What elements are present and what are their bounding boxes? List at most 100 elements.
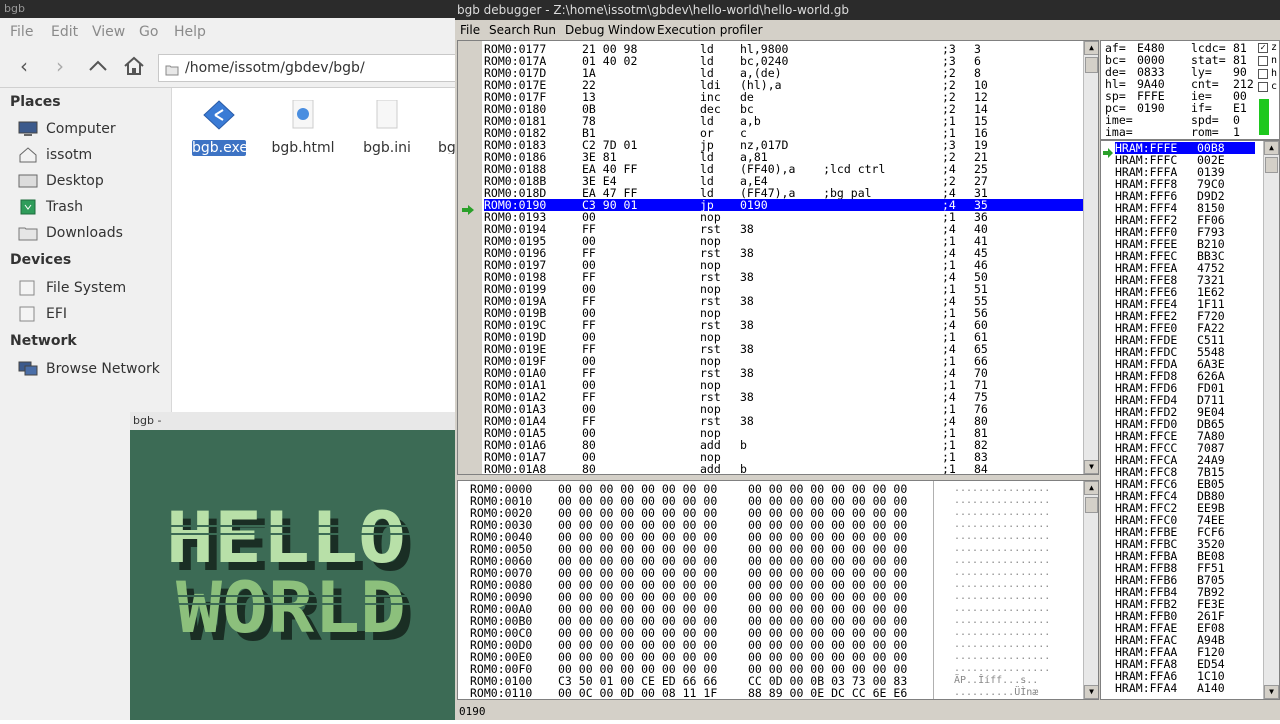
disasm-row[interactable]: ROM0:01A1 00 nop ;1 71 — [484, 379, 1084, 391]
sidebar-item-computer[interactable]: Computer — [18, 118, 168, 140]
disasm-row[interactable]: ROM0:0190 C3 90 01 jp 0190 ;4 35 — [484, 199, 1084, 211]
disasm-row[interactable]: ROM0:017F 13 inc de ;2 12 — [484, 91, 1084, 103]
dbg-menu-run[interactable]: Run — [533, 23, 556, 37]
sidebar-item-home[interactable]: issotm — [18, 144, 168, 166]
disasm-row[interactable]: ROM0:017D 1A ld a,(de) ;2 8 — [484, 67, 1084, 79]
drive-icon — [18, 306, 38, 322]
forward-arrow-icon[interactable]: › — [48, 54, 72, 78]
dbg-menu-execution-profiler[interactable]: Execution profiler — [657, 23, 763, 37]
disasm-operand: 38 — [740, 342, 754, 356]
dbg-menu-debug[interactable]: Debug — [565, 23, 604, 37]
game-window-title: bgb - — [130, 412, 455, 430]
dbg-menu-window[interactable]: Window — [608, 23, 655, 37]
disasm-row[interactable]: ROM0:0180 0B dec bc ;2 14 — [484, 103, 1084, 115]
flag-h-checkbox[interactable] — [1258, 69, 1268, 79]
flag-n-checkbox[interactable] — [1258, 56, 1268, 66]
network-icon — [18, 361, 38, 377]
home-icon[interactable] — [122, 54, 146, 78]
disasm-row[interactable]: ROM0:0197 00 nop ;1 46 — [484, 259, 1084, 271]
disasm-row[interactable]: ROM0:01A0 FF rst 38 ;4 70 — [484, 367, 1084, 379]
sidebar-item-label: issotm — [46, 147, 93, 163]
disasm-row[interactable]: ROM0:01A7 00 nop ;1 83 — [484, 451, 1084, 463]
disasm-row[interactable]: ROM0:0196 FF rst 38 ;4 45 — [484, 247, 1084, 259]
file-item-partial[interactable]: bg — [428, 98, 455, 154]
menu-edit[interactable]: Edit — [51, 24, 78, 40]
disasm-row[interactable]: ROM0:017E 22 ldi (hl),a ;2 10 — [484, 79, 1084, 91]
sidebar-item-efi[interactable]: EFI — [18, 303, 168, 325]
scroll-up-button[interactable]: ▲ — [1084, 481, 1098, 495]
file-item-bgb-html[interactable]: bgb.html — [260, 98, 346, 156]
downloads-folder-icon — [18, 225, 38, 241]
drive-icon — [18, 280, 38, 296]
disasm-row[interactable]: ROM0:01A2 FF rst 38 ;4 75 — [484, 391, 1084, 403]
register-value[interactable]: 1 — [1233, 126, 1240, 138]
disasm-row[interactable]: ROM0:019E FF rst 38 ;4 65 — [484, 343, 1084, 355]
memory-ascii: ................ — [954, 591, 1051, 602]
sidebar-item-downloads[interactable]: Downloads — [18, 222, 168, 244]
sidebar-item-desktop[interactable]: Desktop — [18, 170, 168, 192]
sidebar-heading-devices: Devices — [10, 252, 72, 268]
disasm-row[interactable]: ROM0:0183 C2 7D 01 jp nz,017D ;3 19 — [484, 139, 1084, 151]
disasm-row[interactable]: ROM0:019D 00 nop ;1 61 — [484, 331, 1084, 343]
game-screen[interactable]: HELLO HELLO WORLD WORLD — [130, 430, 455, 720]
scroll-down-button[interactable]: ▼ — [1264, 685, 1279, 699]
sidebar-item-label: Browse Network — [46, 361, 160, 377]
scroll-up-button[interactable]: ▲ — [1264, 141, 1279, 155]
sidebar-item-trash[interactable]: Trash — [18, 196, 168, 218]
flag-c-checkbox[interactable] — [1258, 82, 1268, 92]
back-arrow-icon[interactable]: ‹ — [12, 54, 36, 78]
disassembly-pane[interactable]: ROM0:0177 21 00 98 ld hl,9800 ;3 3 ROM0:017A 01… — [457, 40, 1099, 475]
disasm-row[interactable]: ROM0:019F 00 nop ;1 66 — [484, 355, 1084, 367]
flag-z-checkbox[interactable]: ✓ — [1258, 43, 1268, 53]
dbg-menu-search[interactable]: Search — [489, 23, 530, 37]
file-item-bgb-exe[interactable]: bgb.exe — [176, 98, 262, 156]
register-value[interactable]: 0190 — [1137, 102, 1165, 114]
disasm-row[interactable]: ROM0:01A3 00 nop ;1 76 — [484, 403, 1084, 415]
breakpoint-gutter[interactable] — [458, 41, 482, 474]
stack-scrollbar[interactable]: ▲ ▼ — [1263, 141, 1279, 699]
disasm-row[interactable]: ROM0:01A8 80 add b ;1 84 — [484, 463, 1084, 474]
scroll-down-button[interactable]: ▼ — [1084, 685, 1098, 699]
scroll-thumb[interactable] — [1085, 497, 1098, 513]
sidebar-item-browse-network[interactable]: Browse Network — [18, 358, 168, 380]
disasm-operand: 38 — [740, 414, 754, 428]
menu-go[interactable]: Go — [139, 24, 158, 40]
disasm-row[interactable]: ROM0:017A 01 40 02 ld bc,0240 ;3 6 — [484, 55, 1084, 67]
memory-row[interactable]: ROM0:0110 00 0C 00 0D 00 08 11 1F 88 89 00… — [470, 687, 1080, 699]
flag-label: z — [1271, 42, 1278, 53]
up-arrow-icon[interactable] — [86, 54, 110, 78]
memory-ascii: ................ — [954, 663, 1051, 674]
disasm-row[interactable]: ROM0:01A5 00 nop ;1 81 — [484, 427, 1084, 439]
scroll-thumb[interactable] — [1085, 57, 1098, 73]
disasm-row[interactable]: ROM0:0181 78 ld a,b ;1 15 — [484, 115, 1084, 127]
desktop-icon — [18, 173, 38, 189]
disasm-row[interactable]: ROM0:019A FF rst 38 ;4 55 — [484, 295, 1084, 307]
disasm-row[interactable]: ROM0:0188 EA 40 FF ld (FF40),a ;lcd ctrl ;4 2… — [484, 163, 1084, 175]
disasm-row[interactable]: ROM0:0193 00 nop ;1 36 — [484, 211, 1084, 223]
stack-row[interactable]: HRAM:FFA4 A140 — [1115, 682, 1255, 694]
menu-file[interactable]: File — [10, 24, 33, 40]
menu-help[interactable]: Help — [174, 24, 206, 40]
disasm-row[interactable]: ROM0:0198 FF rst 38 ;4 50 — [484, 271, 1084, 283]
location-path-field[interactable]: /home/issotm/gbdev/bgb/ — [158, 54, 458, 82]
disasm-row[interactable]: ROM0:0199 00 nop ;1 51 — [484, 283, 1084, 295]
disasm-row[interactable]: ROM0:01A6 80 add b ;1 82 — [484, 439, 1084, 451]
memory-scrollbar[interactable]: ▲ ▼ — [1083, 481, 1098, 699]
memory-ascii: ................ — [954, 627, 1051, 638]
file-item-bgb-ini[interactable]: bgb.ini — [344, 98, 430, 156]
dbg-menu-file[interactable]: File — [460, 23, 480, 37]
scroll-up-button[interactable]: ▲ — [1084, 41, 1098, 55]
disasm-row[interactable]: ROM0:018D EA 47 FF ld (FF47),a ;bg pal ;4 31 — [484, 187, 1084, 199]
sidebar-item-file-system[interactable]: File System — [18, 277, 168, 299]
disasm-row[interactable]: ROM0:0195 00 nop ;1 41 — [484, 235, 1084, 247]
disasm-row[interactable]: ROM0:019C FF rst 38 ;4 60 — [484, 319, 1084, 331]
menu-view[interactable]: View — [92, 24, 125, 40]
disassembly-scrollbar[interactable]: ▲ ▼ — [1083, 41, 1098, 474]
disasm-row[interactable]: ROM0:0194 FF rst 38 ;4 40 — [484, 223, 1084, 235]
scroll-down-button[interactable]: ▼ — [1084, 460, 1098, 474]
scroll-thumb[interactable] — [1265, 157, 1278, 173]
disasm-row[interactable]: ROM0:019B 00 nop ;1 56 — [484, 307, 1084, 319]
stack-pane[interactable]: HRAM:FFFE 00B8 HRAM:FFFC 002E HRAM:FFFA 0139 H… — [1100, 140, 1280, 700]
memory-dump-pane[interactable]: ROM0:0000 00 00 00 00 00 00 00 00 00 00 00… — [457, 480, 1099, 700]
disasm-row[interactable]: ROM0:01A4 FF rst 38 ;4 80 — [484, 415, 1084, 427]
